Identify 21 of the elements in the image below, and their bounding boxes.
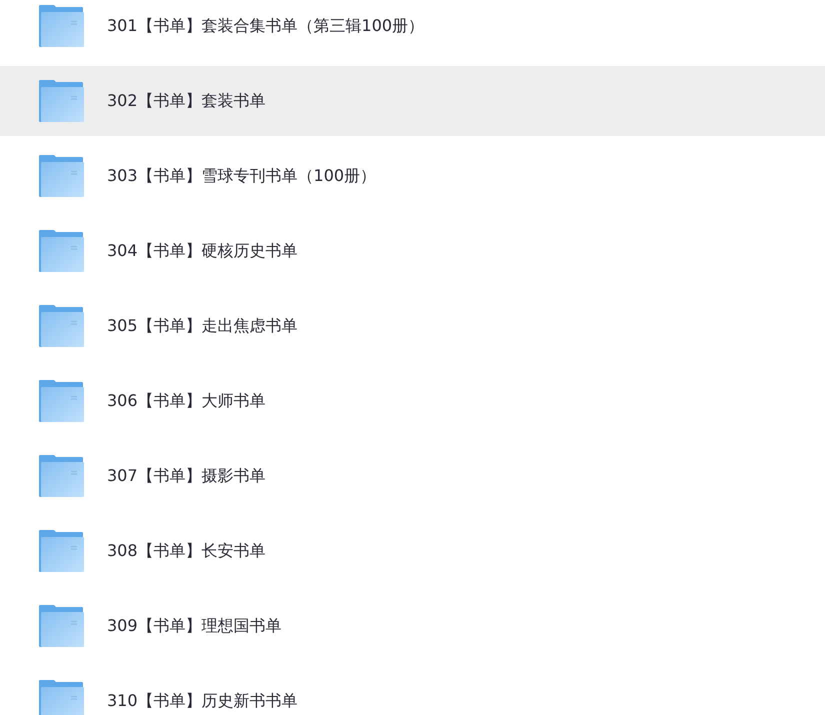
folder-icon: [39, 5, 84, 47]
folder-icon: [39, 530, 84, 572]
folder-name: 304【书单】硬核历史书单: [107, 240, 298, 262]
folder-name: 307【书单】摄影书单: [107, 466, 266, 486]
folder-name: 305【书单】走出焦虑书单: [107, 316, 298, 336]
folder-name: 308【书单】长安书单: [107, 540, 266, 562]
folder-name: 302【书单】套装书单: [107, 90, 266, 112]
folder-icon: [39, 605, 84, 647]
folder-icon: [39, 230, 84, 272]
folder-icon: [39, 380, 84, 422]
folder-name: 306【书单】大师书单: [107, 390, 266, 412]
folder-icon: [39, 455, 84, 497]
folder-name: 309【书单】理想国书单: [107, 616, 282, 636]
folder-name: 310【书单】历史新书书单: [107, 690, 298, 712]
folder-icon: [39, 680, 84, 715]
folder-name: 303【书单】雪球专刊书单（100册）: [107, 166, 376, 186]
folder-icon: [39, 305, 84, 347]
folder-icon: [39, 80, 84, 122]
folder-icon: [39, 155, 84, 197]
folder-name: 301【书单】套装合集书单（第三辑100册）: [107, 16, 424, 36]
folder-row[interactable]: 302【书单】套装书单: [0, 66, 825, 136]
